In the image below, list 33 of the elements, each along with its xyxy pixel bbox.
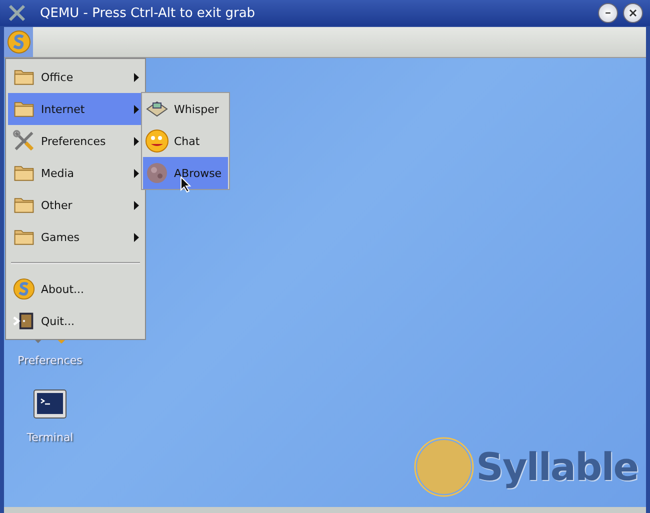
x-logo-icon	[8, 4, 26, 22]
smiley-icon	[145, 129, 169, 153]
start-button[interactable]	[4, 27, 33, 57]
menu-item[interactable]: Media	[8, 157, 143, 189]
submenu-arrow-icon	[134, 200, 139, 210]
s-logo-icon	[6, 30, 30, 54]
close-icon	[628, 8, 638, 18]
logo-text: Syllable	[476, 445, 638, 489]
menu-item[interactable]: Chat	[143, 125, 228, 157]
menu-item[interactable]: ABrowse	[143, 157, 228, 189]
submenu-arrow-icon	[134, 136, 139, 146]
menu-item[interactable]: Quit...	[8, 305, 143, 337]
globe-icon	[145, 161, 169, 185]
tools-icon	[13, 130, 35, 152]
exit-door-icon	[13, 310, 35, 332]
menu-item[interactable]: Games	[8, 221, 143, 253]
mouse-cursor-icon	[180, 176, 191, 193]
ring-logo-icon	[414, 437, 474, 497]
submenu-arrow-icon	[134, 232, 139, 242]
submenu-arrow-icon	[134, 104, 139, 114]
s-logo-icon	[13, 278, 35, 300]
menu-item[interactable]: Other	[8, 189, 143, 221]
menu-item[interactable]: Office	[8, 61, 143, 93]
submenu-arrow-icon	[134, 72, 139, 82]
menu-item[interactable]: Preferences	[8, 125, 143, 157]
minimize-button[interactable]	[598, 3, 618, 23]
menu-item[interactable]: Whisper	[143, 93, 228, 125]
menu-item[interactable]: About...	[8, 273, 143, 305]
window-title: QEMU - Press Ctrl-Alt to exit grab	[40, 6, 256, 20]
submenu-arrow-icon	[134, 168, 139, 178]
menu-item[interactable]: Internet	[8, 93, 143, 125]
minimize-icon	[604, 12, 612, 14]
close-button[interactable]	[623, 3, 643, 23]
